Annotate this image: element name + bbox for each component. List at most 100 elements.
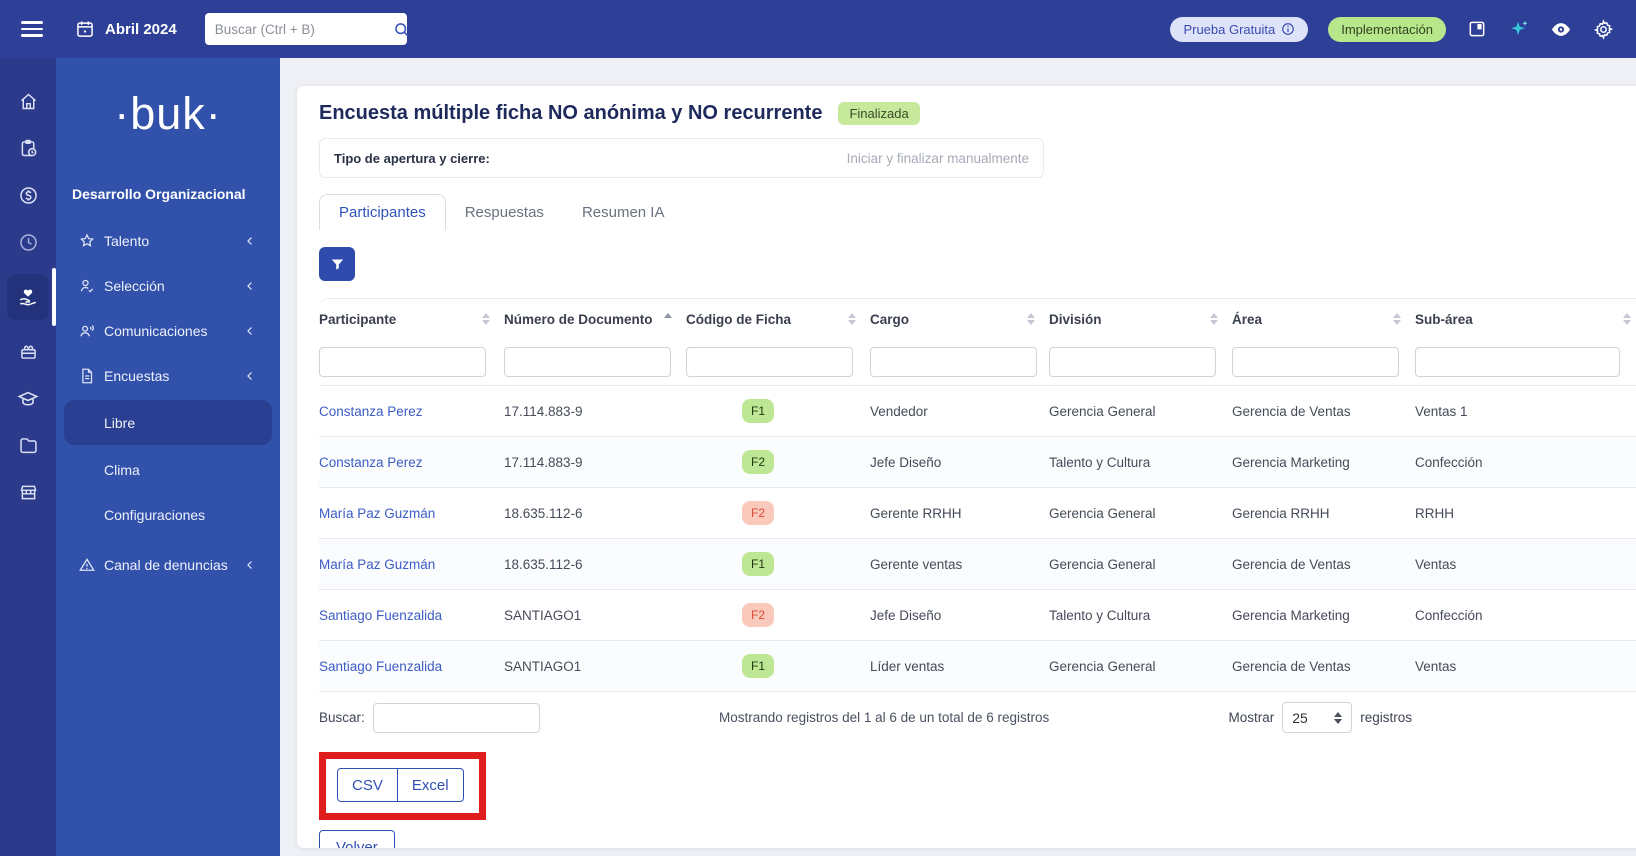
icon-rail — [0, 58, 56, 856]
filter-input-documento[interactable] — [504, 347, 671, 377]
column-header-participante[interactable]: Participante — [319, 299, 504, 339]
hand-heart-icon[interactable] — [0, 266, 56, 328]
bookmark-icon[interactable] — [1466, 18, 1488, 40]
participant-link[interactable]: María Paz Guzmán — [319, 506, 435, 521]
column-header-subarea[interactable]: Sub-área — [1415, 299, 1636, 339]
cell-subarea: Confección — [1415, 437, 1636, 488]
column-filter-row — [319, 339, 1636, 386]
topbar-right: Prueba Gratuita Implementación — [1170, 17, 1614, 42]
page-size-value: 25 — [1292, 710, 1308, 726]
implementation-badge[interactable]: Implementación — [1328, 17, 1446, 42]
sidebar-subitem-label: Libre — [104, 415, 135, 431]
sidebar-subitem-clima[interactable]: Clima — [56, 447, 280, 492]
ficha-badge: F1 — [742, 552, 774, 576]
sort-icon — [1210, 313, 1218, 325]
info-icon — [1281, 22, 1295, 36]
csv-export-button[interactable]: CSV — [337, 768, 398, 802]
cell-division: Talento y Cultura — [1049, 437, 1232, 488]
participant-link[interactable]: María Paz Guzmán — [319, 557, 435, 572]
gear-icon[interactable] — [1592, 18, 1614, 40]
buk-logo: ·buk· — [56, 88, 280, 140]
search-input[interactable] — [215, 22, 392, 37]
column-label: Participante — [319, 312, 396, 327]
sidebar-subitem-label: Clima — [104, 462, 140, 478]
gift-icon[interactable] — [0, 328, 56, 375]
warning-icon — [78, 556, 96, 574]
column-header-ficha[interactable]: Código de Ficha — [686, 299, 870, 339]
storefront-icon[interactable] — [0, 469, 56, 516]
eye-icon[interactable] — [1550, 18, 1572, 40]
cell-cargo: Jefe Diseño — [870, 590, 1049, 641]
home-icon[interactable] — [0, 78, 56, 125]
cell-area: Gerencia de Ventas — [1232, 539, 1415, 590]
clipboard-clock-icon[interactable] — [0, 125, 56, 172]
cell-division: Talento y Cultura — [1049, 590, 1232, 641]
chevron-left-icon — [244, 370, 256, 382]
page-size-label: Mostrar — [1228, 710, 1274, 725]
ficha-badge: F1 — [742, 399, 774, 423]
tab-bar: Participantes Respuestas Resumen IA — [319, 193, 1636, 230]
tab-respuestas[interactable]: Respuestas — [446, 195, 563, 230]
search-icon[interactable] — [392, 20, 411, 39]
table-row: Santiago Fuenzalida SANTIAGO1 F2 Jefe Di… — [319, 590, 1636, 641]
cell-documento: 18.635.112-6 — [504, 539, 686, 590]
person-check-icon — [78, 277, 96, 295]
cell-division: Gerencia General — [1049, 641, 1232, 692]
period-selector[interactable]: Abril 2024 — [75, 19, 177, 39]
period-label: Abril 2024 — [105, 21, 177, 38]
page-size-select[interactable]: 25 — [1282, 702, 1352, 733]
trial-badge[interactable]: Prueba Gratuita — [1170, 17, 1308, 42]
table-row: Santiago Fuenzalida SANTIAGO1 F1 Líder v… — [319, 641, 1636, 692]
excel-export-button[interactable]: Excel — [397, 768, 464, 802]
filter-button[interactable] — [319, 247, 355, 281]
sidebar-item-label: Selección — [104, 278, 244, 294]
column-header-documento[interactable]: Número de Documento — [504, 299, 686, 339]
participant-link[interactable]: Constanza Perez — [319, 455, 423, 470]
column-label: División — [1049, 312, 1102, 327]
back-button[interactable]: Volver — [319, 830, 395, 849]
funnel-icon — [329, 256, 346, 273]
sidebar-item-talento[interactable]: Talento — [56, 218, 280, 263]
graduation-cap-icon[interactable] — [0, 375, 56, 422]
sidebar-subitem-libre[interactable]: Libre — [64, 400, 272, 445]
cell-area: Gerencia de Ventas — [1232, 386, 1415, 437]
sidebar-item-comunicaciones[interactable]: Comunicaciones — [56, 308, 280, 353]
dollar-icon[interactable] — [0, 172, 56, 219]
cell-cargo: Gerente ventas — [870, 539, 1049, 590]
table-search-input[interactable] — [373, 703, 540, 733]
folder-icon[interactable] — [0, 422, 56, 469]
tab-participantes[interactable]: Participantes — [319, 194, 446, 230]
filter-input-ficha[interactable] — [686, 347, 853, 377]
filter-input-division[interactable] — [1049, 347, 1216, 377]
column-header-area[interactable]: Área — [1232, 299, 1415, 339]
sidebar-item-seleccion[interactable]: Selección — [56, 263, 280, 308]
sidebar-item-encuestas[interactable]: Encuestas — [56, 353, 280, 398]
filter-input-subarea[interactable] — [1415, 347, 1620, 377]
cell-documento: SANTIAGO1 — [504, 590, 686, 641]
sidebar-subitem-configuraciones[interactable]: Configuraciones — [56, 492, 280, 537]
cell-subarea: Ventas — [1415, 539, 1636, 590]
cell-cargo: Vendedor — [870, 386, 1049, 437]
clock-icon[interactable] — [0, 219, 56, 266]
page-title: Encuesta múltiple ficha NO anónima y NO … — [319, 102, 822, 125]
hamburger-icon[interactable] — [21, 21, 43, 36]
table-row: María Paz Guzmán 18.635.112-6 F2 Gerente… — [319, 488, 1636, 539]
column-header-cargo[interactable]: Cargo — [870, 299, 1049, 339]
filter-input-participante[interactable] — [319, 347, 486, 377]
tab-resumen-ia[interactable]: Resumen IA — [563, 195, 684, 230]
participant-link[interactable]: Santiago Fuenzalida — [319, 608, 442, 623]
sidebar-item-label: Comunicaciones — [104, 323, 244, 339]
filter-input-cargo[interactable] — [870, 347, 1037, 377]
column-label: Código de Ficha — [686, 312, 791, 327]
cell-division: Gerencia General — [1049, 386, 1232, 437]
participant-link[interactable]: Constanza Perez — [319, 404, 423, 419]
status-badge: Finalizada — [838, 102, 919, 125]
column-header-division[interactable]: División — [1049, 299, 1232, 339]
table-search-label: Buscar: — [319, 710, 365, 725]
filter-input-area[interactable] — [1232, 347, 1399, 377]
sparkle-icon[interactable] — [1508, 18, 1530, 40]
sort-icon — [482, 313, 490, 325]
cell-area: Gerencia RRHH — [1232, 488, 1415, 539]
participant-link[interactable]: Santiago Fuenzalida — [319, 659, 442, 674]
sidebar-item-canal-denuncias[interactable]: Canal de denuncias — [56, 542, 280, 587]
